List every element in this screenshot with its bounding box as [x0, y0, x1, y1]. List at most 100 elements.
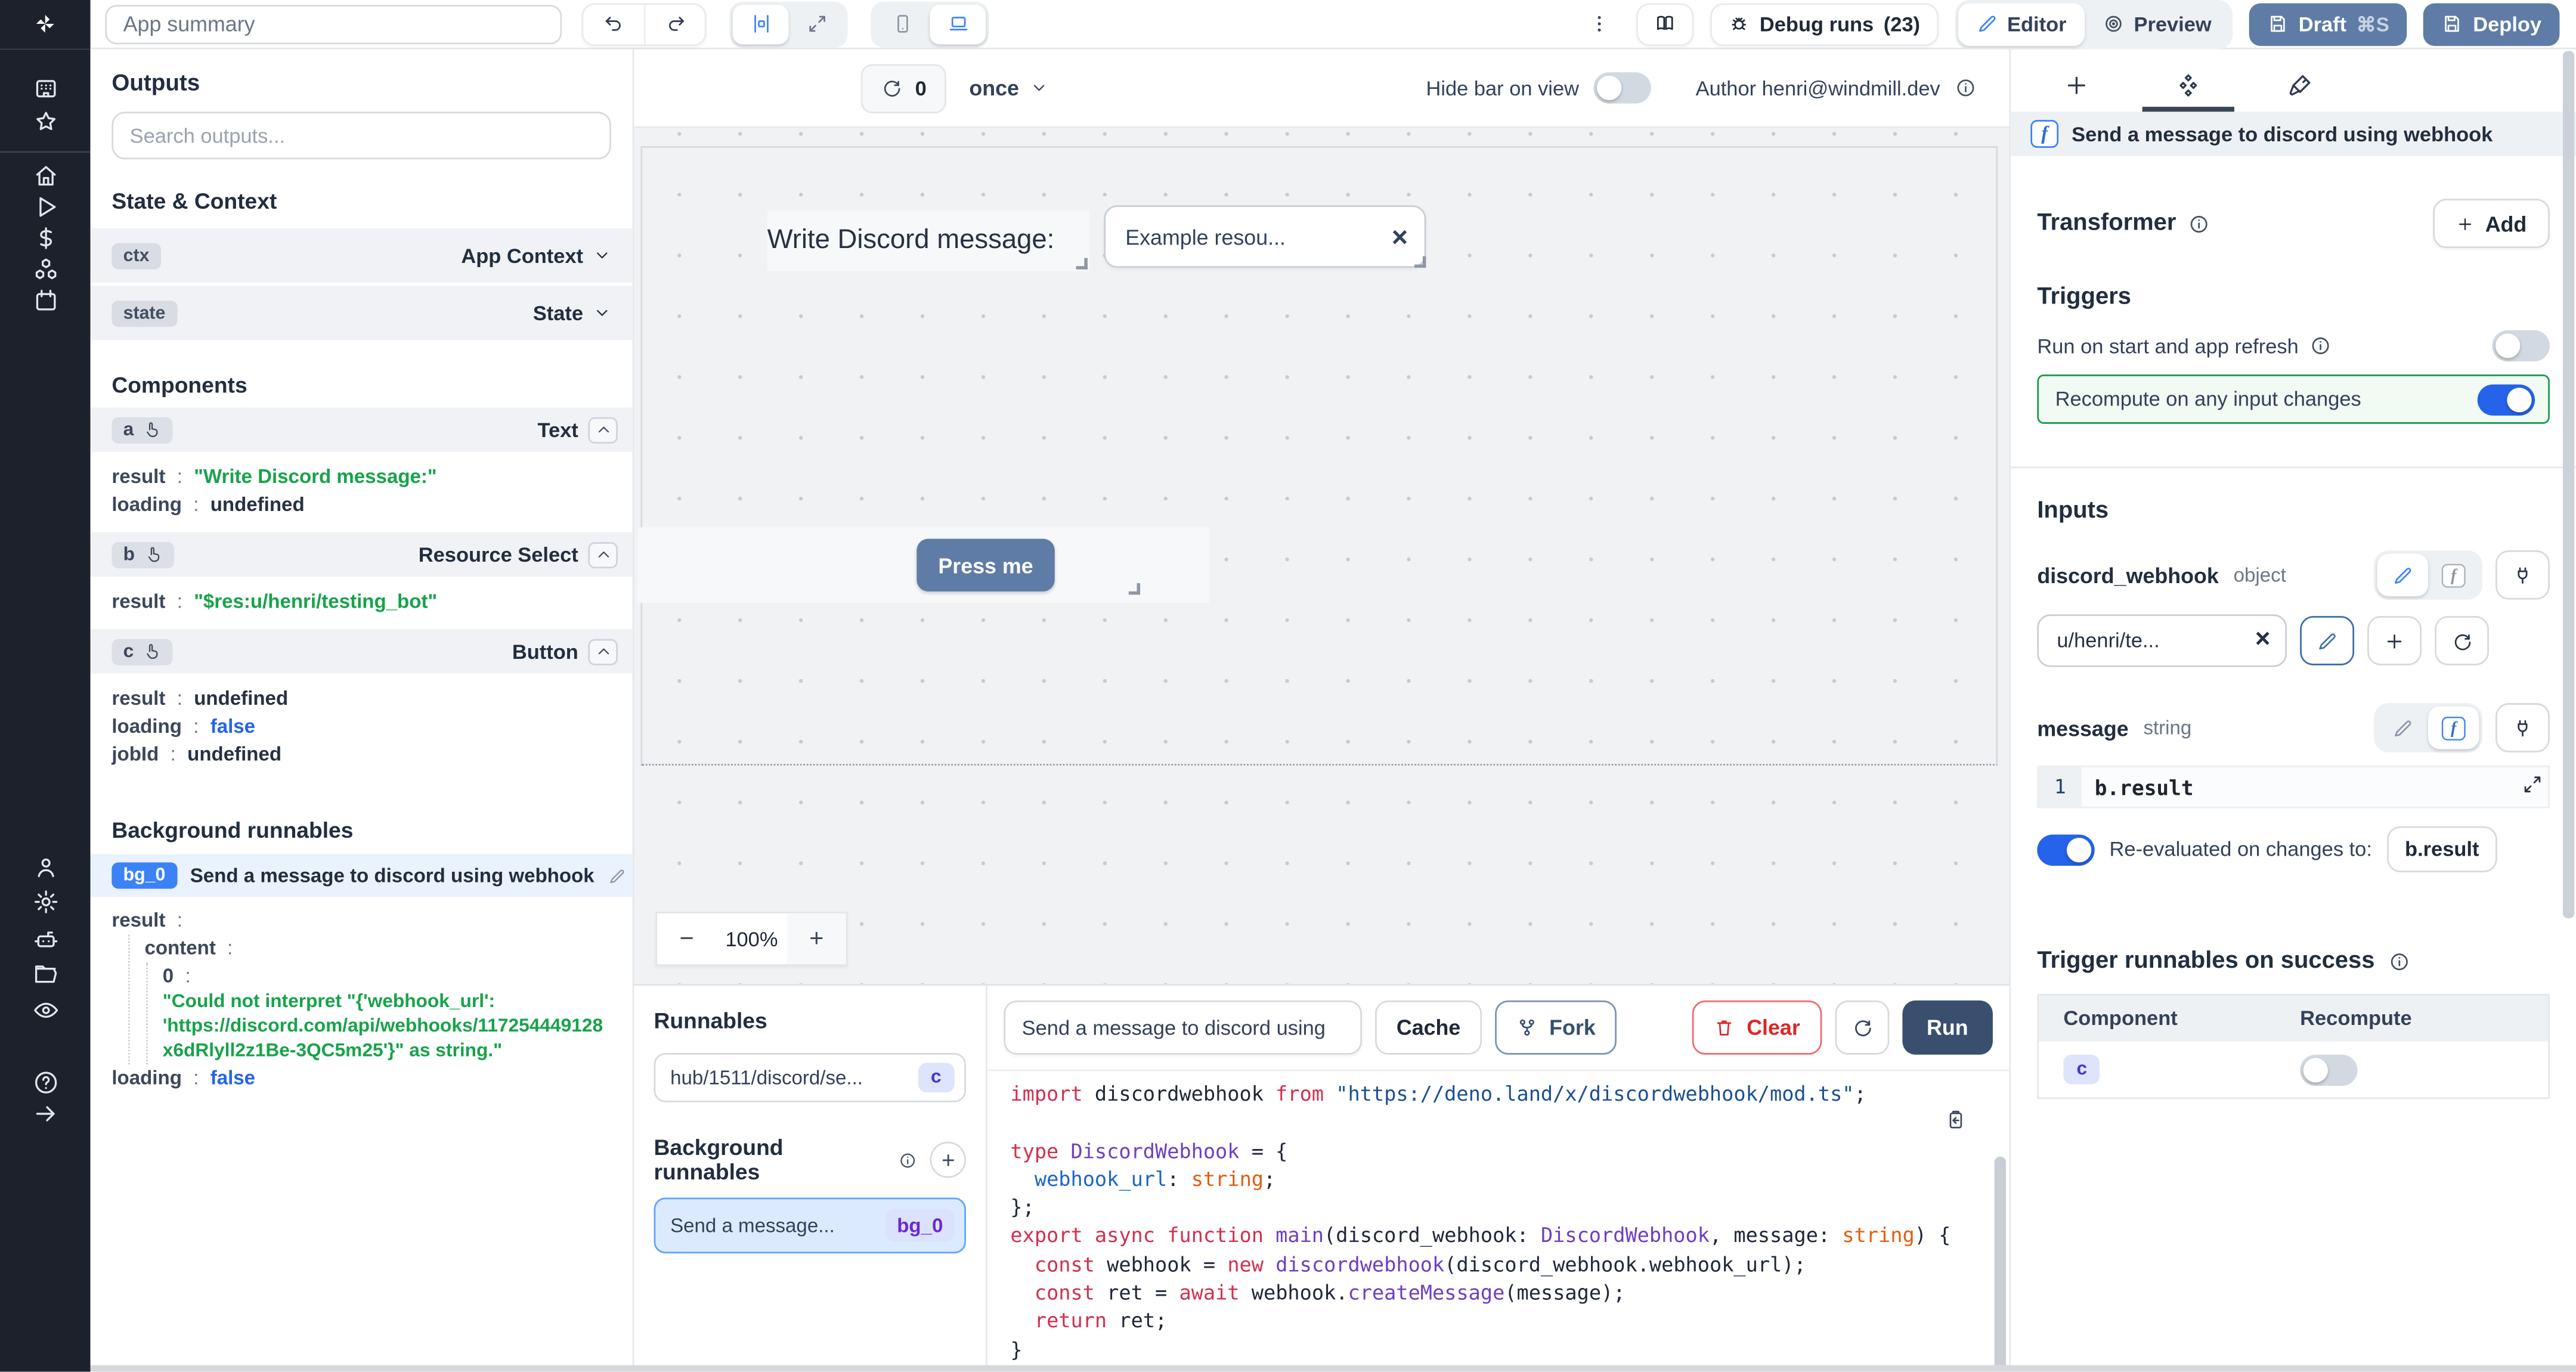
- bg0-row[interactable]: bg_0 Send a message to discord using web…: [91, 854, 633, 897]
- add-resource-button[interactable]: [2367, 616, 2422, 665]
- runnable-hub-item[interactable]: hub/1511/discord/se... c: [654, 1053, 966, 1102]
- zoom-in-button[interactable]: +: [787, 913, 846, 964]
- clipboard-icon[interactable]: [1945, 1109, 1967, 1131]
- bg-runnable-item-selected[interactable]: Send a message... bg_0: [654, 1197, 966, 1253]
- collapse-a-button[interactable]: [588, 416, 618, 442]
- undo-button[interactable]: [583, 4, 644, 44]
- sidebar-item-apps[interactable]: [0, 76, 91, 102]
- component-c-header[interactable]: c Button: [91, 629, 633, 673]
- connect-input-button[interactable]: [2496, 550, 2550, 600]
- sidebar-item-favorites[interactable]: [0, 109, 91, 135]
- mobile-view-button[interactable]: [874, 4, 930, 44]
- collapse-b-button[interactable]: [588, 541, 618, 568]
- sidebar-expand-button[interactable]: [0, 1101, 91, 1127]
- runnable-name-input[interactable]: [1004, 1001, 1362, 1055]
- sidebar-item-variables[interactable]: [0, 225, 91, 251]
- add-transformer-button[interactable]: Add: [2433, 199, 2550, 248]
- horizontal-scrollbar[interactable]: [91, 1365, 2576, 1372]
- resize-handle[interactable]: [1076, 258, 1088, 270]
- tab-insert-component[interactable]: [2030, 63, 2122, 112]
- b-result-value: "$res:u/henri/testing_bot": [194, 588, 437, 616]
- info-icon[interactable]: [2188, 213, 2209, 234]
- add-bg-runnable-button[interactable]: +: [931, 1142, 966, 1178]
- windmill-logo[interactable]: [0, 0, 91, 48]
- deploy-button[interactable]: Deploy: [2424, 2, 2560, 45]
- resize-handle[interactable]: [1414, 256, 1426, 268]
- tab-styling[interactable]: [2254, 63, 2346, 112]
- sidebar-item-home[interactable]: [0, 163, 91, 189]
- expand-editor-button[interactable]: [2522, 774, 2543, 795]
- reevaluate-dependency-chip[interactable]: b.result: [2387, 826, 2497, 872]
- tab-preview[interactable]: Preview: [2085, 2, 2230, 45]
- docs-button[interactable]: [1636, 2, 1693, 45]
- resize-handle[interactable]: [1129, 583, 1140, 594]
- message-expression-editor[interactable]: 1 b.result: [2037, 766, 2550, 809]
- debug-runs-button[interactable]: Debug runs (23): [1710, 2, 1938, 45]
- sidebar-item-schedules[interactable]: [0, 287, 91, 314]
- connect-input-button[interactable]: [2496, 703, 2550, 752]
- align-button[interactable]: [733, 4, 789, 44]
- code-scrollbar[interactable]: [1995, 1157, 2006, 1372]
- refresh-mode-dropdown[interactable]: once: [969, 76, 1048, 100]
- info-icon[interactable]: [2310, 335, 2332, 357]
- static-mode-button[interactable]: [2377, 707, 2428, 750]
- sidebar-item-resources[interactable]: [0, 256, 91, 283]
- sidebar-item-audit[interactable]: [0, 997, 91, 1023]
- search-outputs-input[interactable]: [112, 112, 611, 159]
- vertical-scrollbar[interactable]: [2563, 51, 2574, 918]
- app-summary-input[interactable]: [105, 4, 562, 44]
- state-row[interactable]: state State: [91, 286, 633, 340]
- tab-editor[interactable]: Editor: [1958, 2, 2084, 45]
- sidebar-item-settings[interactable]: [0, 889, 91, 915]
- code-editor[interactable]: import discordwebhook from "https://deno…: [987, 1070, 2010, 1372]
- cache-button[interactable]: Cache: [1375, 1001, 1482, 1055]
- component-b-header[interactable]: b Resource Select: [91, 532, 633, 577]
- button-component-cell: Press me: [637, 527, 1209, 603]
- static-mode-button[interactable]: [2377, 553, 2428, 596]
- clear-selection-icon[interactable]: ×: [1392, 222, 1408, 250]
- run-on-start-toggle[interactable]: [2492, 330, 2549, 361]
- desktop-view-button[interactable]: [930, 4, 986, 44]
- edit-pencil-icon[interactable]: [608, 866, 626, 884]
- ctx-row[interactable]: ctx App Context: [91, 228, 633, 283]
- collapse-c-button[interactable]: [588, 638, 618, 664]
- app-canvas[interactable]: Write Discord message: Example resou... …: [634, 128, 2009, 984]
- tab-component-settings[interactable]: [2142, 63, 2234, 112]
- press-me-button[interactable]: Press me: [917, 539, 1054, 591]
- runnable-hub-label: hub/1511/discord/se...: [670, 1066, 863, 1089]
- fullscreen-button[interactable]: [788, 4, 844, 44]
- discord-webhook-resource-input[interactable]: u/henri/te... ×: [2037, 614, 2287, 667]
- sidebar-item-folders[interactable]: [0, 961, 91, 987]
- sidebar-item-users[interactable]: [0, 854, 91, 881]
- info-icon[interactable]: [1955, 77, 1977, 98]
- component-a-header[interactable]: a Text: [91, 407, 633, 451]
- draft-button[interactable]: Draft ⌘S: [2249, 2, 2407, 45]
- sidebar-item-help[interactable]: [0, 1070, 91, 1096]
- clear-resource-icon[interactable]: ×: [2255, 626, 2271, 656]
- run-button[interactable]: Run: [1902, 1001, 1993, 1055]
- redo-button[interactable]: [644, 4, 705, 44]
- info-icon[interactable]: [2388, 950, 2410, 972]
- info-icon[interactable]: [899, 1151, 917, 1169]
- more-menu-button[interactable]: [1579, 11, 1620, 36]
- clear-button[interactable]: Clear: [1692, 1001, 1821, 1055]
- recompute-any-toggle[interactable]: [2478, 383, 2535, 414]
- reevaluate-toggle[interactable]: [2037, 834, 2094, 865]
- hide-bar-toggle[interactable]: [1594, 72, 1651, 103]
- sidebar-item-runs[interactable]: [0, 194, 91, 220]
- refresh-count-button[interactable]: 0: [861, 63, 946, 113]
- zoom-out-button[interactable]: −: [657, 913, 716, 964]
- row-recompute-toggle[interactable]: [2300, 1054, 2357, 1085]
- discord-webhook-value: u/henri/te...: [2057, 629, 2159, 652]
- line-number: 1: [2039, 767, 2082, 807]
- draft-shortcut: ⌘S: [2357, 13, 2389, 36]
- eval-mode-button[interactable]: f: [2428, 553, 2479, 596]
- eval-mode-button[interactable]: f: [2428, 707, 2479, 750]
- refresh-code-button[interactable]: [1835, 1001, 1889, 1055]
- edit-resource-button[interactable]: [2300, 616, 2354, 665]
- sidebar-item-workers[interactable]: [0, 927, 91, 953]
- fork-button[interactable]: Fork: [1495, 1001, 1617, 1055]
- resource-select-component[interactable]: Example resou... ×: [1104, 205, 1426, 268]
- reload-resource-button[interactable]: [2435, 616, 2489, 665]
- text-component[interactable]: Write Discord message:: [767, 210, 1089, 271]
